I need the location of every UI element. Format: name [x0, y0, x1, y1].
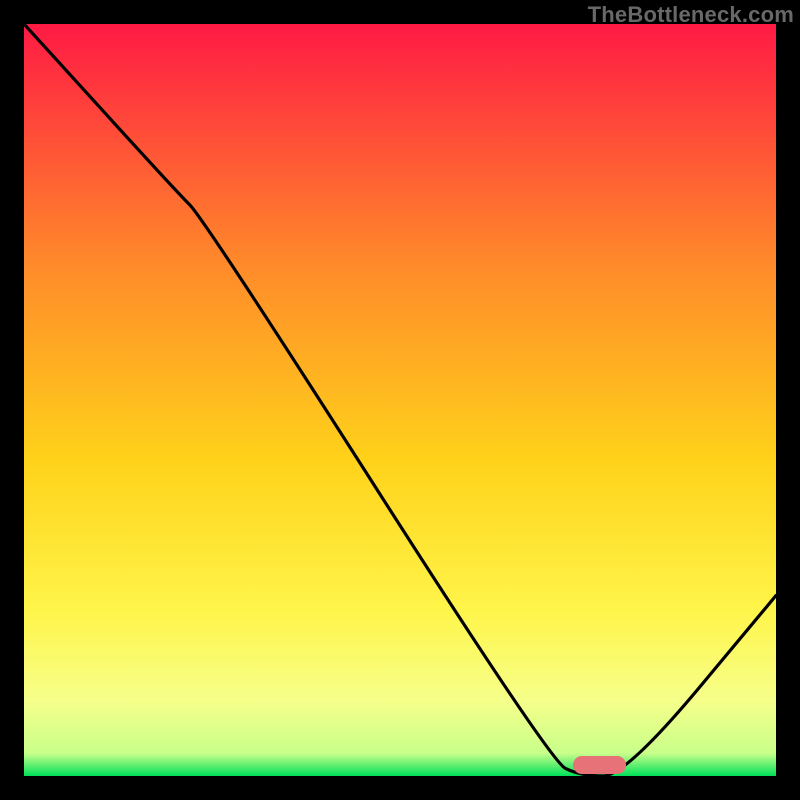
optimal-marker [573, 756, 626, 774]
gradient-rect [24, 24, 776, 776]
gradient-background [24, 24, 776, 776]
watermark-text: TheBottleneck.com [588, 2, 794, 28]
chart-container: TheBottleneck.com [0, 0, 800, 800]
